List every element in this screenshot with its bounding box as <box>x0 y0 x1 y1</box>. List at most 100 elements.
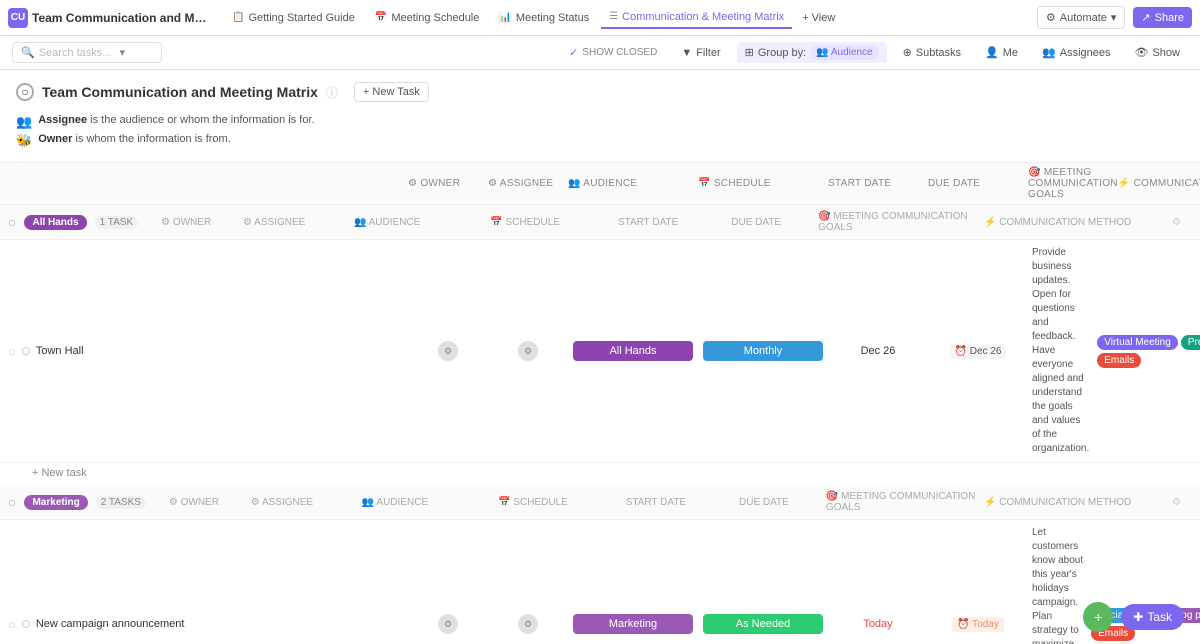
owner-info-icon: 🐝 <box>16 133 32 149</box>
goals-cell: Let customers know about this year's hol… <box>1028 522 1087 644</box>
owner-cell[interactable]: ⚙ <box>408 341 488 361</box>
group-count: 1 TASK <box>95 216 139 229</box>
group-icon: ⊞ <box>745 46 754 59</box>
add-view-button[interactable]: + View <box>796 8 841 28</box>
col-header-schedule: 📅 SCHEDULE <box>698 178 828 189</box>
schedule-col-header: 📅 SCHEDULE <box>460 217 590 228</box>
group-by-button[interactable]: ⊞ Group by: 👥 Audience <box>737 42 887 63</box>
assignee-avatar[interactable]: ⚙ <box>518 614 538 634</box>
me-icon: 👤 <box>985 46 999 59</box>
col-header-due_date: DUE DATE <box>928 178 1028 189</box>
filter-icon: ▼ <box>681 47 692 59</box>
col-header-audience: 👥 AUDIENCE <box>568 178 698 189</box>
task-fab-button[interactable]: ✚ Task <box>1121 604 1184 630</box>
due-date-cell: ⏰ Dec 26 <box>928 344 1028 359</box>
tab-communication-matrix[interactable]: ☰ Communication & Meeting Matrix <box>601 7 792 29</box>
goals-cell: Provide business updates. Open for quest… <box>1028 242 1093 460</box>
due-date-cell: ⏰ Today <box>928 617 1028 632</box>
new-task-row[interactable]: + New task <box>0 463 1200 483</box>
assignee-cell[interactable]: ⚙ <box>488 614 568 634</box>
automate-button[interactable]: ⚙ Automate ▾ <box>1037 6 1126 29</box>
audience-tag: Marketing <box>573 614 693 634</box>
settings-col-icon[interactable]: ⚙ <box>1172 497 1192 508</box>
col-header-assignee: ⚙ ASSIGNEE <box>488 178 568 189</box>
assignees-icon: 👥 <box>1042 46 1056 59</box>
assignee-cell[interactable]: ⚙ <box>488 341 568 361</box>
method-col-header: ⚡ COMMUNICATION METHOD <box>984 217 1164 228</box>
start-date-col-header: START DATE <box>598 217 698 228</box>
schedule-tag: As Needed <box>703 614 823 634</box>
owner-col-header: ⚙ OWNER <box>154 497 234 508</box>
group-header-marketing[interactable]: ○Marketing2 TASKS⚙ OWNER⚙ ASSIGNEE👥 AUDI… <box>0 485 1200 520</box>
table-row: ○New campaign announcement⚙⚙MarketingAs … <box>0 520 1200 644</box>
show-icon: 👁 <box>1135 46 1149 59</box>
owner-cell[interactable]: ⚙ <box>408 614 488 634</box>
col-header-goals: 🎯 MEETING COMMUNICATION GOALS <box>1028 167 1118 200</box>
owner-avatar[interactable]: ⚙ <box>438 614 458 634</box>
due-date-badge: ⏰ Dec 26 <box>950 344 1007 359</box>
top-bar-right: ⚙ Automate ▾ ↗ Share <box>1037 6 1192 29</box>
col-header-owner: ⚙ OWNER <box>408 178 488 189</box>
audience-cell: All Hands <box>568 341 698 361</box>
method-tag: Emails <box>1097 353 1141 368</box>
owner-col-header: ⚙ OWNER <box>146 217 226 228</box>
fab-area: + ✚ Task <box>1083 602 1184 632</box>
goals-col-header: 🎯 MEETING COMMUNICATION GOALS <box>822 491 976 513</box>
task-status-dot <box>22 347 30 355</box>
schedule-col-header: 📅 SCHEDULE <box>468 497 598 508</box>
start-date-col-header: START DATE <box>606 497 706 508</box>
settings-col-icon[interactable]: ⚙ <box>1172 217 1192 228</box>
task-circle-fab[interactable]: + <box>1083 602 1113 632</box>
task-fab-label: ✚ <box>1133 610 1143 624</box>
info-box: 👥 Assignee is the audience or whom the i… <box>0 110 1200 162</box>
audience-cell: Marketing <box>568 614 698 634</box>
tab-getting-started[interactable]: 📋 Getting Started Guide <box>224 8 363 28</box>
group-header-all-hands[interactable]: ○All Hands1 TASK⚙ OWNER⚙ ASSIGNEE👥 AUDIE… <box>0 205 1200 240</box>
table: ⚙ OWNER⚙ ASSIGNEE👥 AUDIENCE📅 SCHEDULESTA… <box>0 162 1200 644</box>
assignees-button[interactable]: 👥 Assignees <box>1034 43 1118 62</box>
group-collapse-icon[interactable]: ○ <box>8 494 16 510</box>
owner-avatar[interactable]: ⚙ <box>438 341 458 361</box>
filter-button[interactable]: ▼ Filter <box>673 44 728 62</box>
subtasks-button[interactable]: ⊕ Subtasks <box>895 43 969 62</box>
show-button[interactable]: 👁 Show <box>1127 43 1189 62</box>
assignee-info-icon: 👥 <box>16 114 32 130</box>
audience-col-header: 👥 AUDIENCE <box>330 497 460 508</box>
chevron-down-icon: ▾ <box>1111 11 1117 24</box>
show-closed-button[interactable]: ✓ SHOW CLOSED <box>561 44 665 61</box>
tab-meeting-status[interactable]: 📊 Meeting Status <box>491 8 597 28</box>
me-button[interactable]: 👤 Me <box>977 43 1026 62</box>
page-title: Team Communication and Meeting Matrix <box>42 84 318 100</box>
goals-col-header: 🎯 MEETING COMMUNICATION GOALS <box>814 211 976 233</box>
assignee-avatar[interactable]: ⚙ <box>518 341 538 361</box>
page-header: ○ Team Communication and Meeting Matrix … <box>0 70 1200 110</box>
audience-icon: 👥 <box>816 47 828 58</box>
group-label: All Hands <box>24 215 86 230</box>
tab-icon: 📊 <box>499 12 511 23</box>
methods-cell: Virtual MeetingPresentationEmails <box>1093 331 1200 372</box>
search-box[interactable]: 🔍 Search tasks... ▾ <box>12 42 162 63</box>
group-count: 2 TASKS <box>96 496 146 509</box>
due-date-col-header: DUE DATE <box>714 497 814 508</box>
info-icon: ⓘ <box>326 84 338 101</box>
check-icon: ✓ <box>569 46 578 59</box>
share-button[interactable]: ↗ Share <box>1133 7 1192 28</box>
due-date-badge: ⏰ Today <box>952 617 1004 632</box>
start-date-cell: Dec 26 <box>828 345 928 357</box>
app-title: Team Communication and Meeting Ma... <box>32 11 212 25</box>
task-complete-icon[interactable]: ○ <box>8 344 16 359</box>
group-by-value: 👥 Audience <box>810 45 878 60</box>
chevron-down-icon: ▾ <box>119 46 125 59</box>
filter-bar: 🔍 Search tasks... ▾ ✓ SHOW CLOSED ▼ Filt… <box>0 36 1200 70</box>
tab-meeting-schedule[interactable]: 📅 Meeting Schedule <box>367 8 488 28</box>
info-row-assignee: 👥 Assignee is the audience or whom the i… <box>16 114 1184 130</box>
assignee-col-header: ⚙ ASSIGNEE <box>242 497 322 508</box>
start-date-cell: Today <box>828 618 928 630</box>
page-circle-icon: ○ <box>16 83 34 101</box>
schedule-tag: Monthly <box>703 341 823 361</box>
task-name-label: Town Hall <box>36 345 84 357</box>
task-complete-icon[interactable]: ○ <box>8 617 16 632</box>
new-task-button[interactable]: + New Task <box>354 82 429 102</box>
content-area: ○ Team Communication and Meeting Matrix … <box>0 70 1200 644</box>
group-collapse-icon[interactable]: ○ <box>8 214 16 230</box>
